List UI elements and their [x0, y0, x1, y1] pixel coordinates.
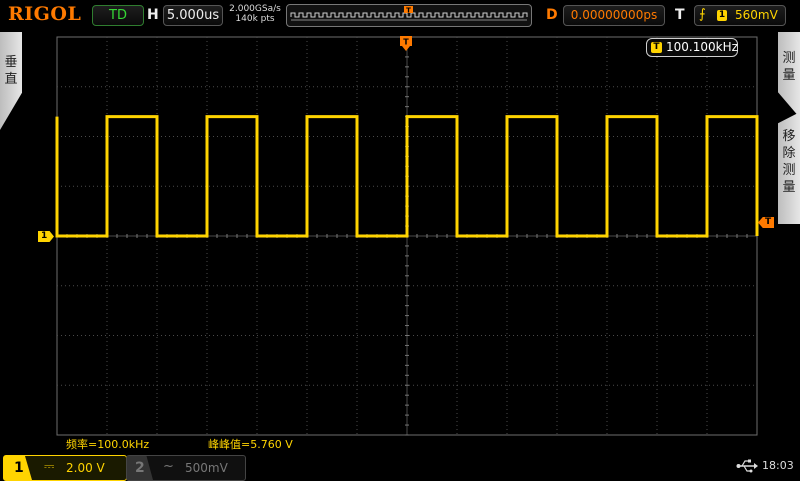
channel-1-tab[interactable]: 1 ⎓ 2.00 V — [3, 455, 127, 481]
trigger-frequency-value: 100.100kHz — [666, 40, 738, 54]
trigger-position-marker[interactable]: T — [400, 36, 412, 52]
channel-1-scale: 2.00 V — [66, 461, 105, 475]
trigger-frequency-badge: T 100.100kHz — [646, 38, 738, 57]
frequency-measurement: 频率=100.0kHz — [66, 438, 150, 451]
trigger-frequency-icon: T — [651, 42, 662, 53]
channel-2-number: 2 — [127, 456, 153, 480]
ac-coupling-icon: ~ — [163, 459, 174, 474]
dc-coupling-icon: ⎓ — [44, 459, 55, 474]
trigger-position-letter-main: T — [403, 38, 409, 47]
peak-to-peak-measurement: 峰峰值=5.760 V — [208, 438, 293, 451]
usb-icon — [736, 459, 758, 473]
channel-2-scale: 500mV — [185, 461, 228, 475]
graticule-display[interactable] — [0, 0, 800, 480]
clock: 18:03 — [762, 459, 794, 472]
channel-2-tab[interactable]: 2 ~ 500mV — [126, 455, 246, 481]
ch1-waveform-trace — [55, 115, 759, 238]
channel-1-number: 1 — [4, 456, 32, 480]
